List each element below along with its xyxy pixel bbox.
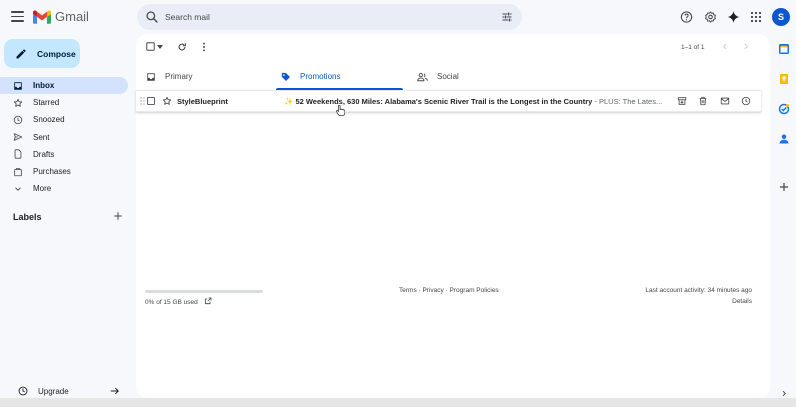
app-name: Gmail	[55, 9, 89, 24]
tab-label: Social	[437, 72, 459, 81]
settings-gear-icon[interactable]	[704, 9, 717, 25]
sidebar-item-snoozed[interactable]: Snoozed	[0, 111, 128, 128]
pencil-icon	[16, 48, 26, 58]
email-snippet: - PLUS: The Lates...	[594, 97, 663, 106]
sidebar-item-sent[interactable]: Sent	[0, 129, 128, 146]
mail-toolbar: 1–1 of 1	[136, 34, 770, 61]
footer-links[interactable]: Terms · Privacy · Program Policies	[399, 287, 499, 294]
add-label-icon[interactable]	[113, 211, 123, 221]
storage-text[interactable]: 0% of 15 GB used	[145, 299, 198, 306]
last-activity: Last account activity: 34 minutes ago	[645, 287, 752, 294]
select-all-checkbox[interactable]	[146, 42, 155, 51]
sidebar-item-label: More	[33, 184, 52, 194]
storage-bar	[145, 290, 263, 293]
tasks-icon[interactable]	[778, 103, 790, 115]
star-icon	[13, 98, 23, 107]
external-link-icon[interactable]	[204, 297, 212, 305]
tab-primary[interactable]: Primary	[146, 62, 193, 91]
gmail-m-icon	[33, 9, 51, 24]
email-sender: StyleBlueprint	[177, 97, 228, 106]
gemini-sparkle-icon[interactable]	[727, 9, 740, 25]
tab-label: Promotions	[300, 72, 341, 81]
pagination-range: 1–1 of 1	[681, 44, 705, 51]
sidebar-item-drafts[interactable]: Drafts	[0, 146, 128, 163]
older-chevron-icon[interactable]	[742, 42, 750, 51]
star-toggle-icon[interactable]	[162, 96, 172, 106]
top-bar: Gmail S	[0, 0, 796, 34]
sidebar-item-more[interactable]: More	[0, 180, 128, 197]
contacts-icon[interactable]	[778, 133, 790, 145]
email-row[interactable]: StyleBlueprint ✨ 52 Weekends, 630 Miles:…	[136, 90, 761, 112]
upgrade-label: Upgrade	[38, 386, 69, 396]
compose-label: Compose	[37, 48, 76, 59]
sidebar-item-starred[interactable]: Starred	[0, 94, 128, 111]
keep-icon[interactable]	[778, 73, 790, 85]
draft-icon	[14, 149, 22, 159]
clock-icon	[13, 115, 23, 125]
main-panel: 1–1 of 1 Primary Promotions Social Style…	[136, 34, 770, 398]
main-menu-icon[interactable]	[11, 11, 24, 22]
help-icon[interactable]	[680, 9, 693, 25]
category-tabs: Primary Promotions Social	[136, 62, 770, 91]
window-bottom-strip	[0, 398, 796, 407]
send-icon	[13, 133, 23, 141]
details-link[interactable]: Details	[732, 298, 752, 305]
sparkle-emoji: ✨	[284, 97, 294, 106]
expand-side-panel-icon[interactable]	[780, 389, 788, 398]
tab-promotions[interactable]: Promotions	[281, 62, 340, 91]
search-bar[interactable]	[137, 4, 522, 30]
sidebar-item-label: Starred	[33, 98, 60, 108]
inbox-icon	[14, 81, 22, 90]
add-addon-icon[interactable]	[778, 181, 790, 193]
drag-handle-icon[interactable]	[140, 97, 145, 105]
tag-icon	[281, 72, 290, 81]
search-input[interactable]	[165, 9, 485, 25]
arrow-right-icon	[110, 387, 119, 395]
compose-button[interactable]: Compose	[4, 39, 80, 68]
calendar-icon[interactable]	[778, 43, 790, 55]
refresh-icon[interactable]	[177, 42, 187, 52]
sidebar-item-purchases[interactable]: Purchases	[0, 163, 128, 180]
people-icon	[417, 72, 428, 81]
sidebar-item-label: Drafts	[33, 149, 55, 159]
labels-heading: Labels	[13, 212, 42, 222]
account-avatar[interactable]: S	[772, 8, 790, 26]
sidebar-item-label: Sent	[33, 132, 50, 142]
sidebar-item-label: Inbox	[33, 81, 55, 91]
tab-label: Primary	[165, 72, 193, 81]
inbox-tab-icon	[147, 72, 155, 81]
search-options-icon[interactable]	[501, 11, 513, 23]
tab-social[interactable]: Social	[417, 62, 459, 91]
hand-cursor-icon	[336, 105, 345, 116]
newer-chevron-icon[interactable]	[721, 42, 729, 51]
storage-usage: 0% of 15 GB used	[145, 297, 212, 306]
search-icon[interactable]	[145, 10, 159, 24]
sidebar-item-inbox[interactable]: Inbox	[0, 77, 128, 95]
gmail-logo[interactable]: Gmail	[33, 9, 89, 24]
upgrade-clock-icon	[18, 386, 28, 396]
more-options-icon[interactable]	[201, 42, 207, 52]
delete-trash-icon[interactable]	[698, 96, 708, 106]
sidebar-nav: Inbox Starred Snoozed Sent Drafts Purcha…	[0, 77, 128, 197]
email-checkbox[interactable]	[147, 97, 155, 105]
archive-icon[interactable]	[677, 96, 687, 106]
mark-as-read-icon[interactable]	[720, 96, 730, 106]
sidebar-item-label: Purchases	[33, 167, 71, 177]
select-dropdown-icon[interactable]	[157, 45, 163, 49]
apps-grid-icon[interactable]	[750, 9, 762, 25]
sidebar-item-label: Snoozed	[33, 115, 65, 125]
chevron-down-icon	[15, 187, 21, 191]
snooze-clock-icon[interactable]	[741, 96, 751, 106]
purchases-icon	[14, 167, 22, 176]
